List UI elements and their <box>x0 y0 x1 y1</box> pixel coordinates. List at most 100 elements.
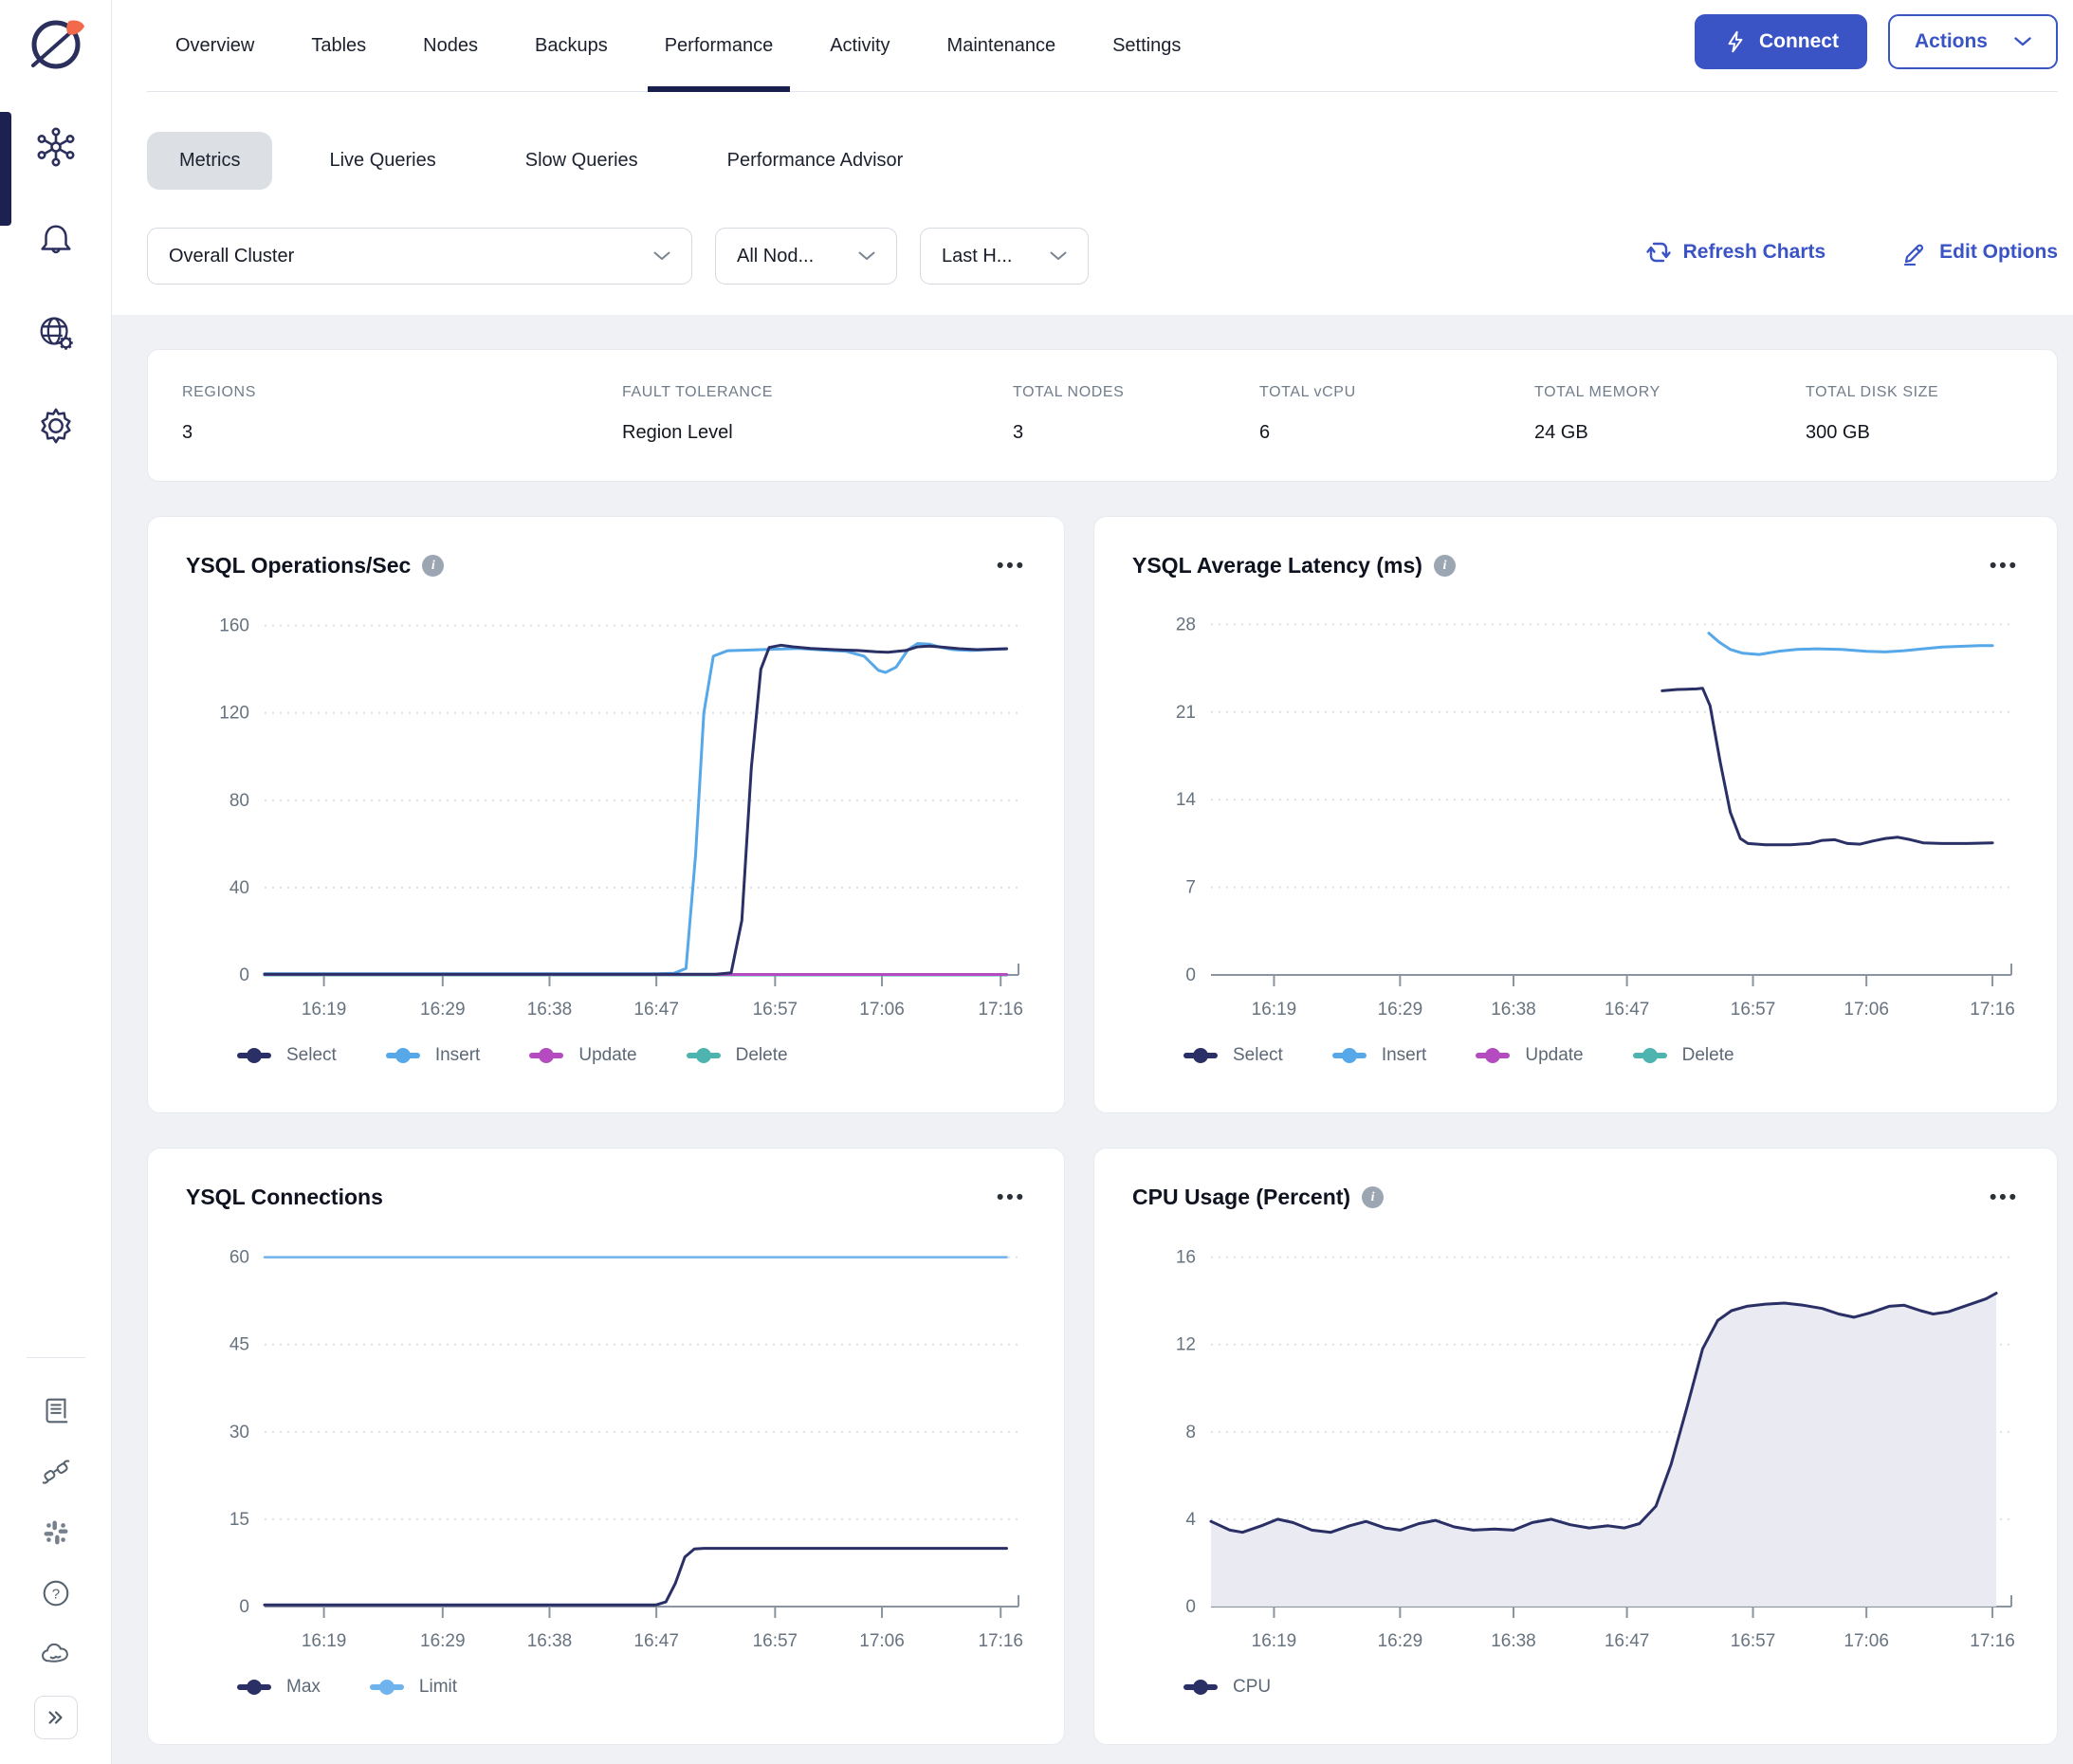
sidebar-expand-button[interactable] <box>34 1696 78 1739</box>
subtab-metrics[interactable]: Metrics <box>147 132 272 190</box>
refresh-charts-link[interactable]: Refresh Charts <box>1645 239 1826 266</box>
stat-total-memory: TOTAL MEMORY24 GB <box>1534 384 1660 444</box>
tab-tables[interactable]: Tables <box>283 0 394 92</box>
connect-button[interactable]: Connect <box>1695 14 1867 69</box>
legend-item-cpu[interactable]: CPU <box>1183 1677 1271 1698</box>
info-icon[interactable]: i <box>422 555 444 577</box>
legend-label: Insert <box>435 1045 481 1066</box>
sidebar-item-network[interactable] <box>34 311 78 355</box>
svg-text:28: 28 <box>1176 615 1196 634</box>
svg-text:45: 45 <box>229 1335 249 1355</box>
legend-item-delete[interactable]: Delete <box>687 1045 788 1066</box>
svg-text:40: 40 <box>229 878 249 898</box>
legend-item-delete[interactable]: Delete <box>1633 1045 1734 1066</box>
tab-maintenance[interactable]: Maintenance <box>919 0 1085 92</box>
slack-icon <box>41 1517 71 1548</box>
tab-overview[interactable]: Overview <box>147 0 283 92</box>
chart-menu-button[interactable]: ••• <box>1990 556 2019 576</box>
legend-label: Limit <box>419 1677 457 1698</box>
sidebar-item-cloud-status[interactable] <box>37 1635 75 1673</box>
legend-item-limit[interactable]: Limit <box>370 1677 457 1698</box>
yugabyte-logo-icon[interactable] <box>25 15 87 78</box>
info-icon[interactable]: i <box>1434 555 1456 577</box>
svg-text:15: 15 <box>229 1510 249 1530</box>
nodes-select[interactable]: All Nod... <box>715 228 897 285</box>
tab-settings[interactable]: Settings <box>1084 0 1209 92</box>
subtabs: Metrics Live Queries Slow Queries Performan… <box>112 132 2073 190</box>
tab-backups[interactable]: Backups <box>506 0 636 92</box>
stat-total-nodes: TOTAL NODES3 <box>1013 384 1124 444</box>
subtab-performance-advisor[interactable]: Performance Advisor <box>695 132 936 190</box>
chart-title: CPU Usage (Percent) <box>1132 1185 1350 1210</box>
chart-menu-button[interactable]: ••• <box>997 556 1026 576</box>
chevrons-right-icon <box>46 1707 66 1728</box>
svg-text:12: 12 <box>1176 1335 1196 1355</box>
chart-menu-button[interactable]: ••• <box>1990 1187 2019 1207</box>
sidebar-item-docs[interactable] <box>37 1392 75 1430</box>
active-indicator <box>0 112 11 226</box>
stat-value: 24 GB <box>1534 422 1660 444</box>
svg-text:0: 0 <box>1185 1597 1196 1617</box>
time-range-select[interactable]: Last H... <box>920 228 1089 285</box>
chart-card-cpu-usage-percent: CPU Usage (Percent)i•••161284016:1916:29… <box>1093 1148 2058 1745</box>
legend-item-select[interactable]: Select <box>237 1045 337 1066</box>
sidebar-item-admin-settings[interactable] <box>34 404 78 448</box>
legend-marker-icon <box>237 1680 271 1695</box>
svg-text:80: 80 <box>229 791 249 811</box>
legend-label: Max <box>286 1677 321 1698</box>
chart-legend: Select Insert Update Delete <box>1183 1045 2030 1066</box>
legend-item-update[interactable]: Update <box>1476 1045 1583 1066</box>
main-content: REGIONS3FAULT TOLERANCERegion LevelTOTAL… <box>112 315 2073 1745</box>
stat-regions: REGIONS3 <box>182 384 256 444</box>
stat-label: REGIONS <box>182 384 256 401</box>
legend-label: Select <box>1233 1045 1283 1066</box>
cloud-icon <box>39 1637 73 1671</box>
chart-title: YSQL Operations/Sec <box>186 553 411 579</box>
nodes-select-value: All Nod... <box>737 246 814 267</box>
svg-text:21: 21 <box>1176 703 1196 723</box>
charts-grid: YSQL Operations/Seci•••1601208040016:191… <box>147 516 2058 1745</box>
legend-item-insert[interactable]: Insert <box>1332 1045 1427 1066</box>
tab-performance[interactable]: Performance <box>636 0 802 92</box>
chart-menu-button[interactable]: ••• <box>997 1187 1026 1207</box>
info-icon[interactable]: i <box>1362 1186 1384 1208</box>
legend-label: Update <box>578 1045 636 1066</box>
svg-text:16:29: 16:29 <box>1378 1631 1423 1651</box>
legend-label: Update <box>1525 1045 1583 1066</box>
chart-legend: CPU <box>1183 1677 2030 1698</box>
tab-activity[interactable]: Activity <box>801 0 918 92</box>
svg-text:17:06: 17:06 <box>859 1000 905 1020</box>
chevron-down-icon <box>1050 251 1067 261</box>
svg-text:16:38: 16:38 <box>527 1631 573 1651</box>
legend-item-insert[interactable]: Insert <box>386 1045 481 1066</box>
legend-item-select[interactable]: Select <box>1183 1045 1283 1066</box>
legend-marker-icon <box>237 1048 271 1063</box>
legend-label: Delete <box>1682 1045 1734 1066</box>
stat-total-vcpu: TOTAL vCPU6 <box>1259 384 1356 444</box>
svg-text:16: 16 <box>1176 1248 1196 1268</box>
sidebar-item-help[interactable]: ? <box>37 1574 75 1612</box>
actions-button[interactable]: Actions <box>1888 14 2058 69</box>
globe-gear-icon <box>35 312 77 354</box>
stat-label: TOTAL NODES <box>1013 384 1124 401</box>
tab-nodes[interactable]: Nodes <box>394 0 506 92</box>
subtab-live-queries[interactable]: Live Queries <box>297 132 468 190</box>
svg-text:7: 7 <box>1185 878 1196 898</box>
svg-text:0: 0 <box>239 965 249 985</box>
chevron-down-icon <box>2014 37 2031 46</box>
sidebar-item-slack[interactable] <box>37 1514 75 1552</box>
legend-marker-icon <box>1476 1048 1510 1063</box>
sidebar-item-integrations[interactable] <box>37 1453 75 1491</box>
legend-marker-icon <box>687 1048 721 1063</box>
sidebar-item-clusters[interactable] <box>34 125 78 169</box>
legend-item-max[interactable]: Max <box>237 1677 321 1698</box>
cluster-select[interactable]: Overall Cluster <box>147 228 692 285</box>
actions-label: Actions <box>1915 30 1988 53</box>
edit-options-link[interactable]: Edit Options <box>1901 239 2058 266</box>
bell-icon <box>36 220 76 260</box>
svg-text:16:19: 16:19 <box>1252 1000 1297 1020</box>
legend-item-update[interactable]: Update <box>529 1045 636 1066</box>
sidebar-item-alerts[interactable] <box>34 218 78 262</box>
chart-card-ysql-operations-sec: YSQL Operations/Seci•••1601208040016:191… <box>147 516 1065 1113</box>
subtab-slow-queries[interactable]: Slow Queries <box>493 132 670 190</box>
